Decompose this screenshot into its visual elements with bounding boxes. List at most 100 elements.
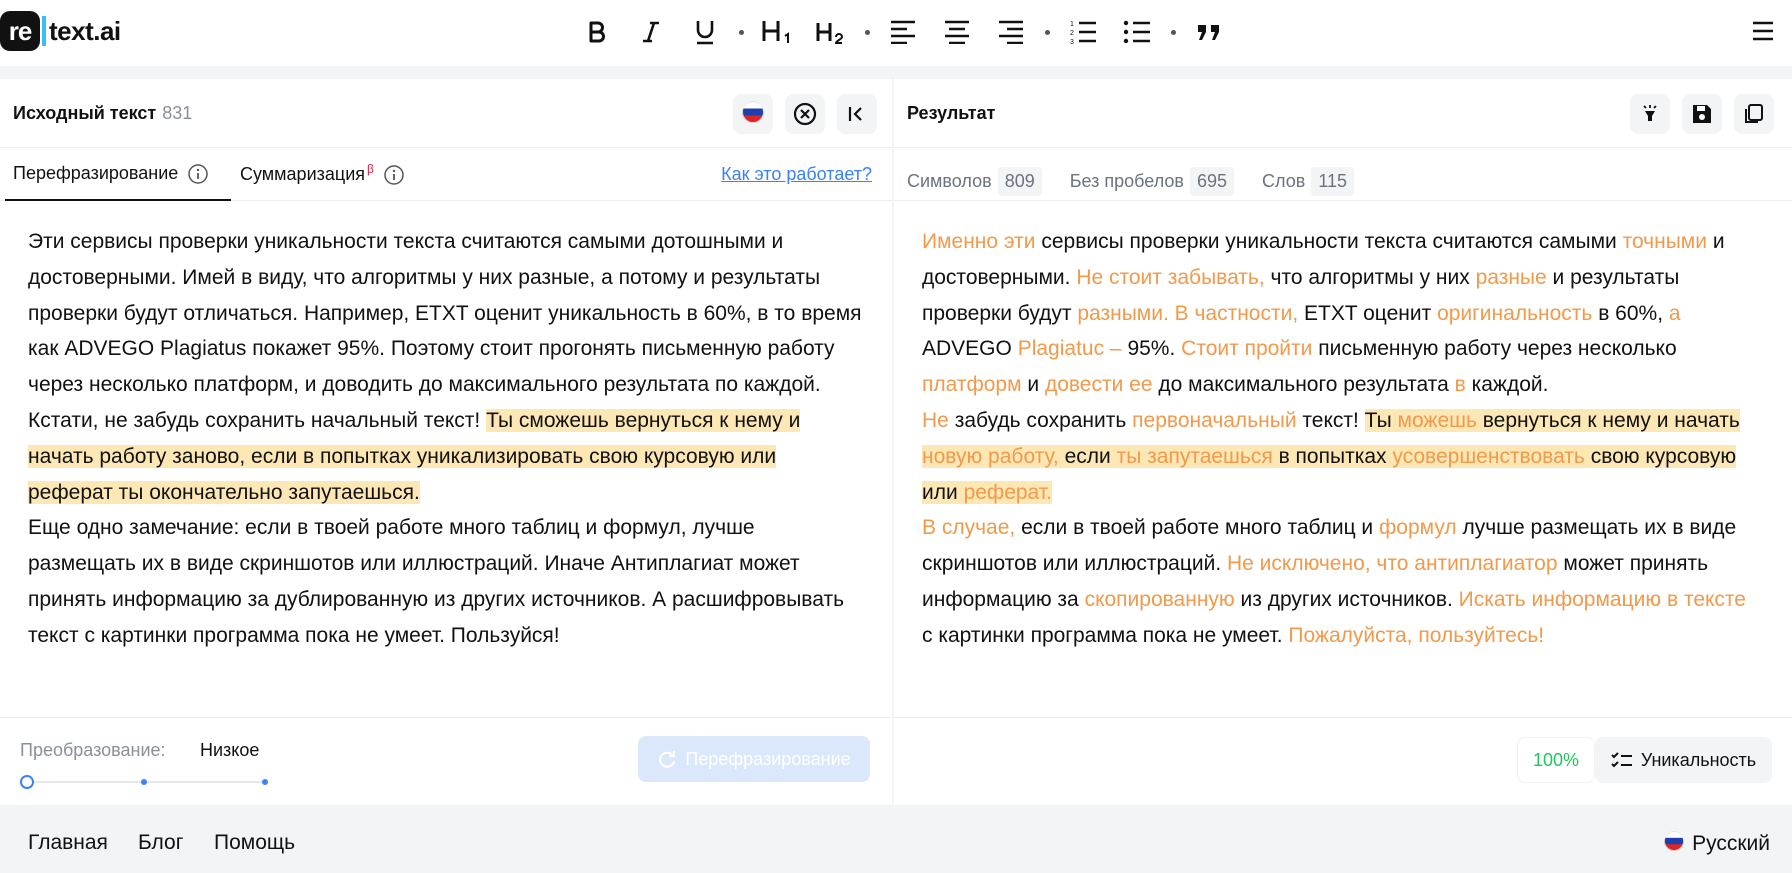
stat-value: 695 (1189, 167, 1235, 196)
changed-text-segment: Именно эти (922, 230, 1036, 253)
save-button[interactable] (1682, 94, 1722, 134)
text-segment: с картинки программа пока не умеет. (922, 623, 1289, 647)
text-segment: Кстати, не забудь сохранить начальный те… (28, 408, 487, 432)
stat-value: 115 (1311, 167, 1355, 196)
svg-text:1: 1 (1070, 21, 1074, 28)
text-paragraph: Еще одно замечание: если в твоей работе … (28, 510, 864, 653)
info-icon[interactable] (188, 163, 209, 184)
text-paragraph: Именно эти сервисы проверки уникальности… (922, 224, 1762, 403)
source-panel: Исходный текст 831 Перефразирование Сумма… (0, 79, 892, 805)
text-segment: до максимального результата (1152, 373, 1455, 397)
separator-dot (1038, 29, 1056, 35)
changed-text-segment: Plagiatuc – (1017, 337, 1122, 361)
paraphrase-button[interactable]: Перефразирование (638, 736, 870, 782)
stat-label: Символов (907, 171, 992, 191)
slider-step[interactable] (141, 779, 147, 785)
bottom-navigation: Главная Блог Помощь Русский (0, 805, 1792, 873)
text-segment: Еще одно замечание: если в твоей работе … (28, 516, 845, 647)
text-segment: сервисы проверки уникальности текста счи… (1035, 230, 1623, 253)
tab-paraphrase[interactable]: Перефразирование (5, 148, 231, 201)
hamburger-menu-icon[interactable] (1748, 16, 1778, 46)
slider-handle[interactable] (20, 775, 34, 789)
heading-1-icon[interactable] (750, 8, 804, 56)
text-segment: письменную работу через несколько (1312, 337, 1677, 361)
mode-tabs: Перефразирование Суммаризация β Как это р… (0, 148, 892, 201)
text-segment: что алгоритмы у них (1264, 265, 1476, 289)
clear-text-button[interactable] (785, 94, 825, 134)
nav-home[interactable]: Главная (28, 831, 108, 855)
changed-text-segment: Не стоит забывать, (1076, 265, 1265, 289)
copy-icon (1745, 104, 1763, 123)
result-panel-footer: 100% Уникальность (894, 717, 1792, 805)
paraphrase-button-label: Перефразирование (685, 748, 851, 769)
nav-blog[interactable]: Блог (138, 831, 183, 855)
tab-summarization[interactable]: Суммаризация β (240, 148, 404, 201)
changed-text-segment: первоначальный (1132, 408, 1297, 432)
source-panel-footer: Преобразование: Низкое Перефразирование (0, 717, 892, 805)
text-segment: из других источников. (1234, 587, 1459, 611)
svg-text:3: 3 (1070, 39, 1074, 44)
changed-text-segment: оригинальность (1437, 301, 1593, 325)
language-label: Русский (1692, 832, 1770, 855)
separator-dot (1164, 29, 1182, 35)
changed-text-segment: Не (922, 408, 949, 432)
changed-text-segment: разные (1475, 265, 1547, 289)
tab-label: Перефразирование (13, 163, 179, 183)
language-selector[interactable]: Русский (1664, 831, 1770, 857)
source-title-text: Исходный текст (13, 103, 157, 123)
tab-label: Суммаризация (240, 164, 365, 184)
beta-badge: β (367, 161, 374, 176)
text-segment: ETXT оценит (1298, 301, 1438, 325)
svg-text:2: 2 (1070, 30, 1074, 37)
suggestions-button[interactable] (1630, 94, 1670, 134)
highlighted-text-segment: если (1058, 444, 1117, 468)
heading-2-icon[interactable] (804, 8, 858, 56)
align-left-icon[interactable] (876, 8, 930, 56)
uniqueness-button-label: Уникальность (1640, 749, 1757, 770)
text-segment: ADVEGO (922, 337, 1018, 361)
changed-text-segment: в (1454, 373, 1466, 397)
top-bar: re text.ai 1 2 3 (0, 0, 1792, 66)
bold-icon[interactable] (570, 8, 624, 56)
result-text-area[interactable]: Именно эти сервисы проверки уникальности… (922, 224, 1762, 654)
source-text-area[interactable]: Эти сервисы проверки уникальности текста… (28, 224, 864, 654)
ordered-list-icon[interactable]: 1 2 3 (1056, 8, 1110, 56)
italic-icon[interactable] (624, 8, 678, 56)
copy-button[interactable] (1734, 94, 1774, 134)
text-paragraph: В случае, если в твоей работе много табл… (922, 510, 1762, 653)
text-paragraph: Кстати, не забудь сохранить начальный те… (28, 403, 864, 510)
stat-no-spaces: Без пробелов 695 (1069, 167, 1235, 196)
info-icon[interactable] (384, 164, 404, 185)
uniqueness-button[interactable]: Уникальность (1595, 737, 1772, 783)
text-segment: Эти сервисы проверки уникальности текста… (28, 230, 862, 397)
text-segment: и (1021, 373, 1045, 397)
align-center-icon[interactable] (930, 8, 984, 56)
align-right-icon[interactable] (984, 8, 1038, 56)
collapse-panel-button[interactable] (837, 94, 877, 134)
result-panel: Результат Символов 809 Без пробелов 695 … (894, 79, 1792, 805)
language-flag-button[interactable] (733, 94, 773, 134)
text-segment: каждой. (1465, 373, 1549, 397)
text-paragraph: Не забудь сохранить первоначальный текст… (922, 403, 1762, 510)
logo[interactable]: re text.ai (0, 10, 121, 52)
stat-label: Слов (1262, 171, 1306, 191)
underline-icon[interactable] (678, 8, 732, 56)
changed-text-segment: формул (1379, 516, 1457, 540)
text-stats: Символов 809 Без пробелов 695 Слов 115 (907, 167, 1382, 196)
nav-help[interactable]: Помощь (214, 831, 295, 855)
conversion-slider[interactable] (20, 774, 268, 790)
how-it-works-link[interactable]: Как это работает? (721, 164, 872, 185)
source-title: Исходный текст 831 (13, 103, 192, 124)
highlighted-text-segment: вернуться к нему и начать (1476, 408, 1740, 432)
changed-text-segment: платформ (922, 373, 1022, 397)
result-stats-bar: Символов 809 Без пробелов 695 Слов 115 (894, 148, 1792, 201)
changed-text-segment: В случае, (922, 516, 1016, 540)
changed-text-segment: ты запутаешься (1116, 444, 1273, 468)
slider-step[interactable] (262, 779, 268, 785)
formatting-toolbar: 1 2 3 (570, 8, 1236, 56)
bullet-list-icon[interactable] (1110, 8, 1164, 56)
separator-dot (858, 29, 876, 35)
uniqueness-percent: 100% (1517, 737, 1595, 783)
stat-label: Без пробелов (1069, 171, 1184, 191)
quote-icon[interactable] (1182, 8, 1236, 56)
